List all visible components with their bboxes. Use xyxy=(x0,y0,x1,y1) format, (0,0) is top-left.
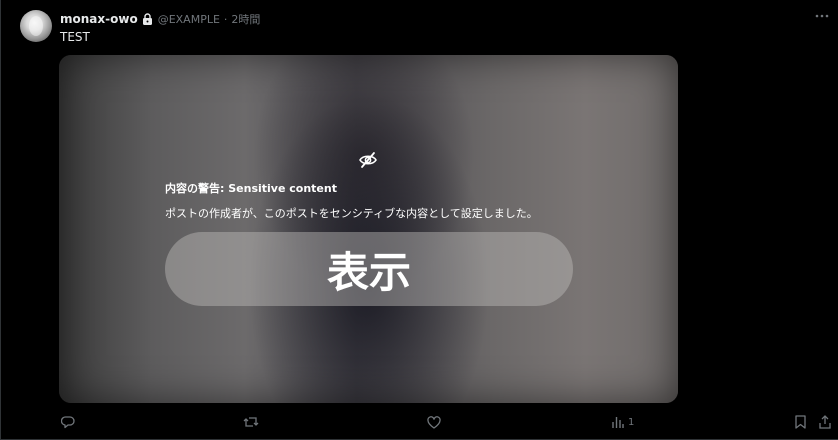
repost-button[interactable] xyxy=(243,412,259,432)
warning-body: ポストの作成者が、このポストをセンシティブな内容として設定しました。 xyxy=(165,207,538,220)
post[interactable]: monax-owo @EXAMPLE · 2時間 TEST 内容の警告: Sen… xyxy=(0,0,838,440)
share-icon xyxy=(819,415,831,429)
sensitive-media[interactable]: 内容の警告: Sensitive content ポストの作成者が、このポストを… xyxy=(59,55,678,403)
reply-button[interactable] xyxy=(61,412,75,432)
post-text: TEST xyxy=(60,30,90,44)
bookmark-button[interactable] xyxy=(795,412,806,432)
show-button[interactable]: 表示 xyxy=(165,232,573,306)
timestamp[interactable]: 2時間 xyxy=(231,11,260,27)
post-header: monax-owo @EXAMPLE · 2時間 xyxy=(60,10,260,28)
warning-title: 内容の警告: Sensitive content xyxy=(165,182,337,195)
views-count: 1 xyxy=(628,416,635,428)
handle[interactable]: @EXAMPLE xyxy=(158,13,220,26)
more-horizontal-icon[interactable] xyxy=(814,10,830,22)
like-button[interactable] xyxy=(427,412,441,432)
separator: · xyxy=(223,12,228,26)
lock-icon xyxy=(142,13,154,25)
share-button[interactable] xyxy=(819,412,831,432)
views-icon xyxy=(612,416,624,428)
display-name[interactable]: monax-owo xyxy=(60,12,138,26)
divider xyxy=(0,0,1,440)
eye-off-icon xyxy=(358,150,378,170)
repost-icon xyxy=(243,415,259,429)
bookmark-icon xyxy=(795,415,806,429)
action-bar: 1 xyxy=(58,412,838,432)
avatar[interactable] xyxy=(20,10,52,42)
views-button[interactable]: 1 xyxy=(612,412,634,432)
reply-icon xyxy=(61,415,75,429)
like-icon xyxy=(427,415,441,429)
